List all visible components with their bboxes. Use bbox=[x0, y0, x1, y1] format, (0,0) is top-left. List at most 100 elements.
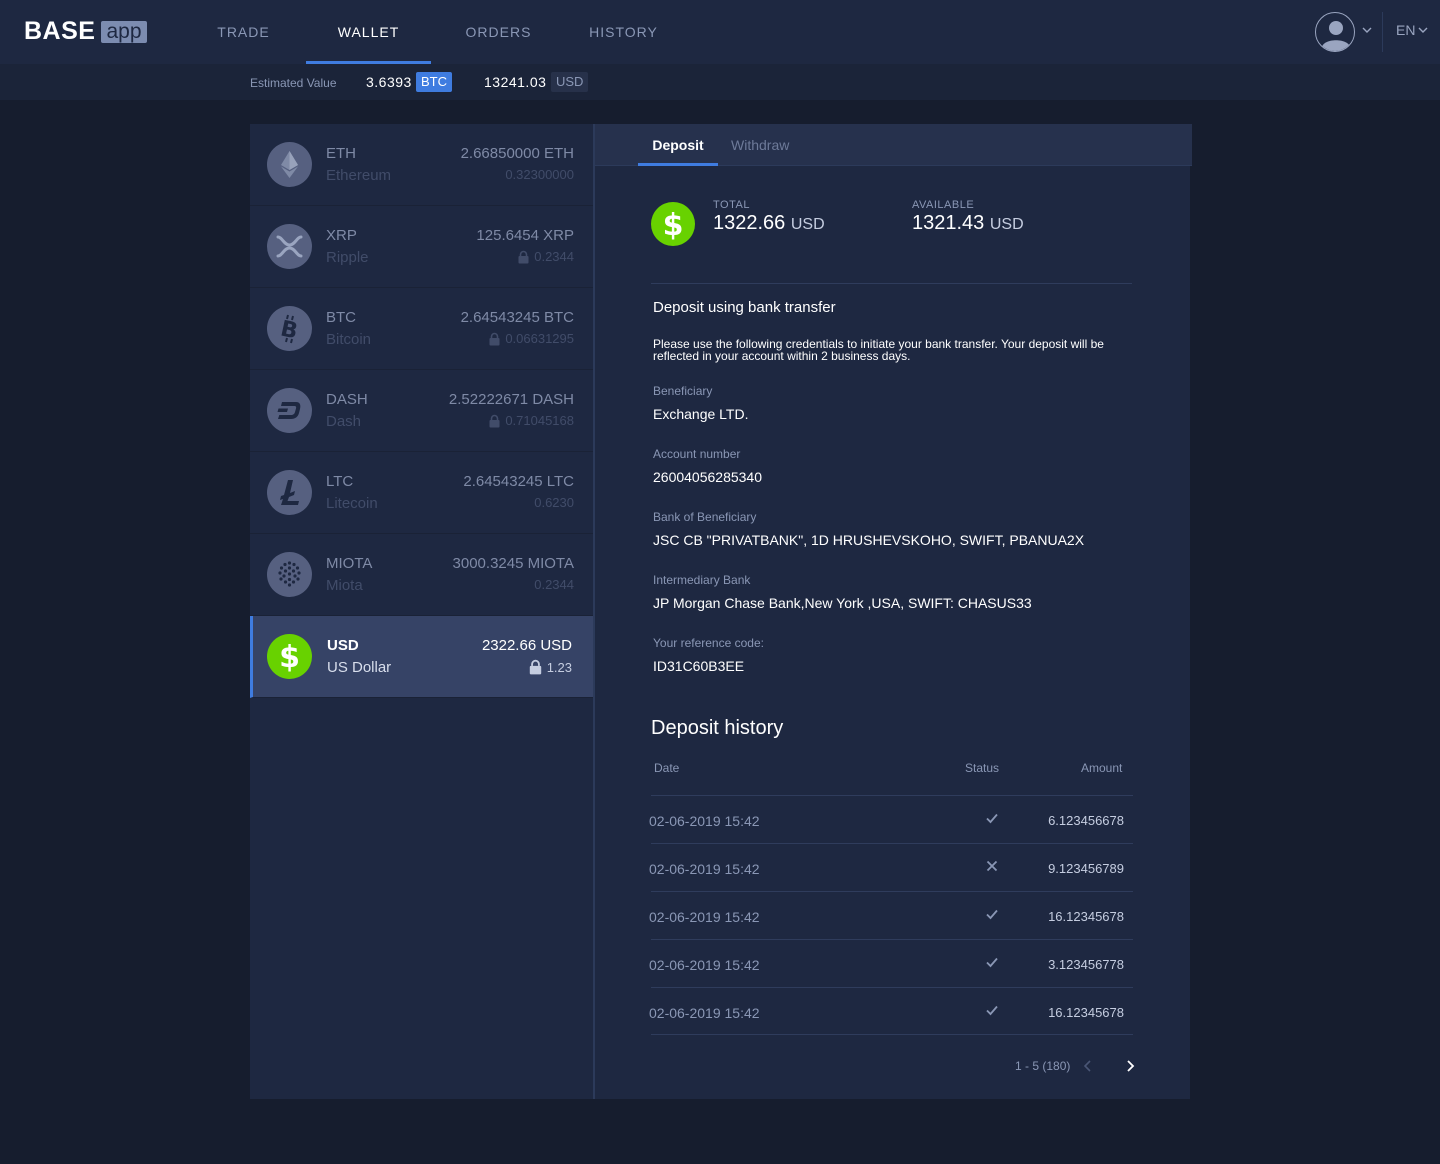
total-value: 1322.66 bbox=[713, 212, 786, 234]
row-amount: 6.123456678 bbox=[1048, 813, 1124, 828]
asset-list: ETH Ethereum 2.66850000 ETH 0.32300000 X… bbox=[250, 124, 593, 1099]
logo[interactable]: BASE app bbox=[24, 17, 147, 46]
chevron-down-icon[interactable] bbox=[1362, 25, 1372, 35]
asset-symbol: BTC bbox=[326, 309, 356, 326]
row-amount: 16.12345678 bbox=[1048, 1005, 1124, 1020]
tab-deposit[interactable]: Deposit bbox=[638, 137, 718, 153]
deposit-description: Please use the following credentials to … bbox=[653, 337, 1104, 363]
user-avatar[interactable] bbox=[1315, 12, 1355, 52]
logo-app-badge: app bbox=[101, 20, 147, 43]
language-code: EN bbox=[1396, 22, 1416, 38]
table-row: 02-06-2019 15:42 3.123456778 bbox=[649, 939, 1133, 987]
asset-balance: 2.64543245 BTC bbox=[460, 309, 574, 326]
checkmark-icon bbox=[986, 1005, 998, 1016]
field-value-bank-of-beneficiary: JSC CB "PRIVATBANK", 1D HRUSHEVSKOHO, SW… bbox=[653, 532, 1085, 548]
asset-item-ltc[interactable]: LTC Litecoin 2.64543245 LTC 0.6230 bbox=[250, 452, 593, 534]
nav-tab-orders[interactable]: ORDERS bbox=[436, 0, 561, 64]
asset-locked-amount: 0.2344 bbox=[517, 249, 574, 264]
row-amount: 16.12345678 bbox=[1048, 909, 1124, 924]
usd-unit-badge: USD bbox=[551, 72, 589, 92]
available-value: 1321.43 bbox=[912, 212, 985, 234]
field-label-intermediary-bank: Intermediary Bank bbox=[653, 573, 751, 587]
asset-locked-amount: 0.2344 bbox=[534, 577, 574, 592]
logo-base-text: BASE bbox=[24, 17, 96, 45]
asset-balance: 2.52222671 DASH bbox=[448, 391, 574, 408]
estimated-value-label: Estimated Value bbox=[250, 76, 337, 90]
svg-text:B: B bbox=[278, 316, 300, 344]
svg-text:$: $ bbox=[279, 640, 300, 675]
asset-symbol: XRP bbox=[326, 227, 357, 244]
asset-symbol: MIOTA bbox=[326, 555, 373, 572]
total-balance: 1322.66 USD bbox=[713, 212, 825, 235]
nav-tab-history[interactable]: HISTORY bbox=[561, 0, 686, 64]
asset-symbol: ETH bbox=[326, 145, 356, 162]
table-row: 02-06-2019 15:42 16.12345678 bbox=[649, 987, 1133, 1035]
asset-balance: 2322.66 USD bbox=[481, 637, 572, 654]
dollar-icon: $ bbox=[651, 202, 695, 246]
lock-icon bbox=[489, 414, 500, 427]
chevron-left-icon[interactable] bbox=[1082, 1059, 1094, 1073]
deposit-history-title: Deposit history bbox=[651, 717, 784, 739]
asset-locked-value: 0.2344 bbox=[534, 577, 574, 592]
column-header-status: Status bbox=[965, 761, 1000, 775]
asset-name: Litecoin bbox=[326, 495, 378, 512]
asset-symbol: LTC bbox=[326, 473, 354, 490]
asset-name: Miota bbox=[326, 577, 363, 594]
pagination-info: 1 - 5 (180) bbox=[1015, 1059, 1071, 1073]
available-balance: 1321.43 USD bbox=[912, 212, 1024, 235]
field-label-reference-code: Your reference code: bbox=[653, 636, 764, 650]
nav-tab-wallet[interactable]: WALLET bbox=[306, 0, 431, 64]
asset-symbol: DASH bbox=[326, 391, 368, 408]
total-unit: USD bbox=[790, 216, 825, 233]
tab-withdraw[interactable]: Withdraw bbox=[731, 137, 789, 153]
header-divider bbox=[1382, 12, 1383, 52]
checkmark-icon bbox=[986, 813, 998, 824]
ripple-icon bbox=[267, 224, 312, 269]
row-date: 02-06-2019 15:42 bbox=[649, 909, 760, 925]
asset-locked-value: 0.71045168 bbox=[505, 413, 574, 428]
bitcoin-icon: B bbox=[267, 306, 312, 351]
dollar-icon: $ bbox=[267, 634, 312, 679]
asset-item-miota[interactable]: MIOTA Miota 3000.3245 MIOTA 0.2344 bbox=[250, 534, 593, 616]
asset-balance: 2.66850000 ETH bbox=[460, 145, 574, 162]
asset-balance: 3000.3245 MIOTA bbox=[452, 555, 574, 572]
asset-item-xrp[interactable]: XRP Ripple 125.6454 XRP 0.2344 bbox=[250, 206, 593, 288]
asset-locked-value: 0.32300000 bbox=[505, 167, 574, 182]
user-icon bbox=[1322, 21, 1350, 51]
column-header-date: Date bbox=[654, 761, 680, 775]
asset-locked-value: 0.6230 bbox=[534, 495, 574, 510]
litecoin-icon bbox=[267, 470, 312, 515]
deposit-panel: Deposit Withdraw $ TOTAL 1322.66 USD AVA… bbox=[593, 124, 1192, 1099]
ethereum-icon bbox=[267, 142, 312, 187]
asset-name: Ethereum bbox=[326, 167, 392, 184]
asset-name: US Dollar bbox=[327, 659, 392, 676]
asset-item-dash[interactable]: DASH Dash 2.52222671 DASH 0.71045168 bbox=[250, 370, 593, 452]
lock-icon bbox=[529, 659, 541, 675]
language-selector[interactable]: EN bbox=[1396, 22, 1428, 38]
asset-item-btc[interactable]: B BTC Bitcoin 2.64543245 BTC 0.06631295 bbox=[250, 288, 593, 370]
asset-locked-value: 0.2344 bbox=[534, 249, 574, 264]
asset-item-eth[interactable]: ETH Ethereum 2.66850000 ETH 0.32300000 bbox=[250, 124, 593, 206]
asset-balance: 125.6454 XRP bbox=[476, 227, 574, 244]
asset-name: Bitcoin bbox=[326, 331, 372, 348]
row-amount: 9.123456789 bbox=[1048, 861, 1124, 876]
asset-locked-amount: 0.06631295 bbox=[488, 331, 574, 346]
btc-unit-badge: BTC bbox=[416, 72, 452, 92]
estimated-btc-value: 3.6393 bbox=[366, 74, 412, 90]
column-header-amount: Amount bbox=[1081, 761, 1123, 775]
table-row: 02-06-2019 15:42 16.12345678 bbox=[649, 891, 1133, 939]
asset-item-usd[interactable]: $ USD US Dollar 2322.66 USD 1.23 bbox=[250, 616, 593, 698]
lock-icon bbox=[518, 250, 529, 263]
checkmark-icon bbox=[986, 957, 998, 968]
table-row: 02-06-2019 15:42 9.123456789 bbox=[649, 843, 1133, 891]
estimate-bar bbox=[0, 64, 1440, 100]
asset-locked-amount: 1.23 bbox=[528, 659, 572, 675]
available-unit: USD bbox=[989, 216, 1024, 233]
checkmark-icon bbox=[986, 909, 998, 920]
asset-locked-amount: 0.71045168 bbox=[488, 413, 574, 428]
chevron-right-icon[interactable] bbox=[1124, 1059, 1136, 1073]
asset-locked-amount: 0.32300000 bbox=[505, 167, 574, 182]
nav-tab-trade[interactable]: TRADE bbox=[181, 0, 306, 64]
deposit-withdraw-tabs: Deposit Withdraw bbox=[595, 124, 1192, 166]
lock-icon bbox=[489, 332, 500, 345]
